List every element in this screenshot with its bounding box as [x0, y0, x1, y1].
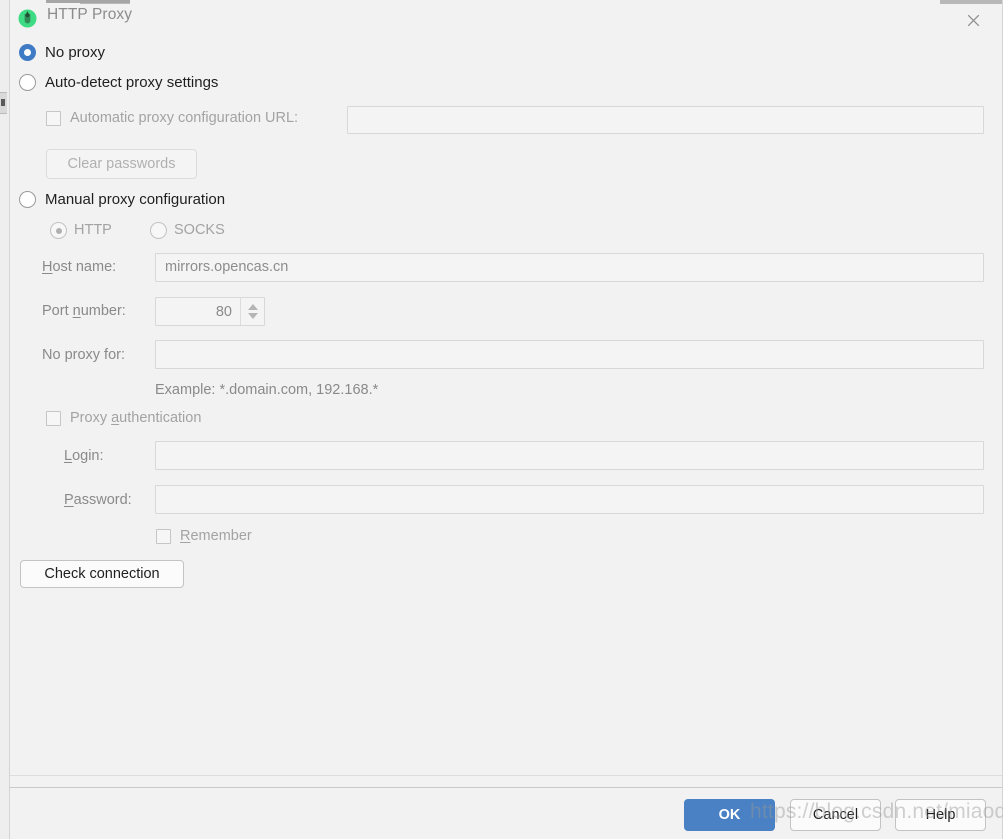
dialog-left-border: [9, 0, 10, 839]
label-host-name-mnemonic: H: [42, 259, 53, 275]
label-no-proxy-for: No proxy for:: [42, 347, 125, 363]
radio-protocol-http-label[interactable]: HTTP: [74, 222, 112, 239]
label-remember: Remember: [180, 528, 252, 545]
radio-auto-detect-proxy-label[interactable]: Auto-detect proxy settings: [45, 74, 218, 91]
radio-manual-proxy-configuration[interactable]: [19, 191, 36, 208]
clear-passwords-button[interactable]: Clear passwords: [46, 149, 197, 179]
label-remember-rest: emember: [190, 528, 252, 544]
checkbox-remember[interactable]: [156, 529, 171, 544]
label-login: Login:: [64, 448, 104, 465]
left-strip-tab-handle[interactable]: [0, 92, 7, 114]
label-login-rest: ogin:: [72, 448, 104, 464]
radio-no-proxy-label[interactable]: No proxy: [45, 44, 105, 61]
check-connection-button[interactable]: Check connection: [20, 560, 184, 588]
chevron-up-icon[interactable]: [247, 304, 258, 310]
input-host-name[interactable]: mirrors.opencas.cn: [155, 253, 984, 282]
label-port-number-pre: Port: [42, 303, 73, 319]
input-login[interactable]: [155, 441, 984, 470]
radio-protocol-socks[interactable]: [150, 222, 167, 239]
label-password-mnemonic: P: [64, 492, 74, 508]
radio-no-proxy[interactable]: [19, 44, 36, 61]
label-proxy-authentication-mnemonic: a: [111, 410, 120, 426]
label-proxy-authentication-pre: Proxy: [70, 410, 112, 426]
label-proxy-authentication: Proxy authentication: [70, 410, 201, 427]
stepper-port-number[interactable]: 80: [155, 297, 265, 326]
input-password[interactable]: [155, 485, 984, 514]
cancel-button[interactable]: Cancel: [790, 799, 881, 831]
radio-protocol-socks-label[interactable]: SOCKS: [174, 222, 225, 239]
label-proxy-authentication-rest: uthentication: [119, 410, 202, 426]
label-remember-mnemonic: R: [180, 528, 191, 544]
input-automatic-proxy-config-url[interactable]: [347, 106, 984, 134]
dialog-header: HTTP Proxy: [10, 4, 1002, 38]
android-studio-icon: [18, 9, 37, 28]
label-automatic-proxy-config-url: Automatic proxy configuration URL:: [70, 110, 299, 126]
label-port-number-mnemonic: n: [72, 303, 81, 319]
radio-protocol-http[interactable]: [50, 222, 67, 239]
help-button[interactable]: Help: [895, 799, 986, 831]
checkbox-automatic-proxy-config-url[interactable]: [46, 111, 61, 126]
active-tab-underline: [46, 0, 130, 3]
radio-manual-proxy-configuration-label[interactable]: Manual proxy configuration: [45, 191, 225, 208]
stepper-arrows[interactable]: [240, 298, 264, 325]
hint-no-proxy-for: Example: *.domain.com, 192.168.*: [155, 382, 379, 398]
input-port-number[interactable]: 80: [156, 298, 240, 325]
chevron-down-icon[interactable]: [247, 313, 258, 319]
label-password: Password:: [64, 492, 132, 509]
label-port-number-rest: umber:: [80, 303, 126, 319]
label-host-name: Host name:: [42, 259, 116, 276]
label-host-name-rest: ost name:: [52, 259, 117, 275]
input-no-proxy-for[interactable]: [155, 340, 984, 369]
ok-button[interactable]: OK: [684, 799, 775, 831]
dialog-title: HTTP Proxy: [47, 6, 133, 23]
footer-divider: [10, 787, 1002, 788]
label-password-rest: assword:: [73, 492, 132, 508]
checkbox-proxy-authentication[interactable]: [46, 411, 61, 426]
close-icon[interactable]: [953, 4, 993, 36]
label-port-number: Port number:: [42, 303, 126, 320]
radio-auto-detect-proxy[interactable]: [19, 74, 36, 91]
footer-divider-upper: [10, 775, 1002, 776]
label-login-mnemonic: L: [64, 448, 73, 464]
